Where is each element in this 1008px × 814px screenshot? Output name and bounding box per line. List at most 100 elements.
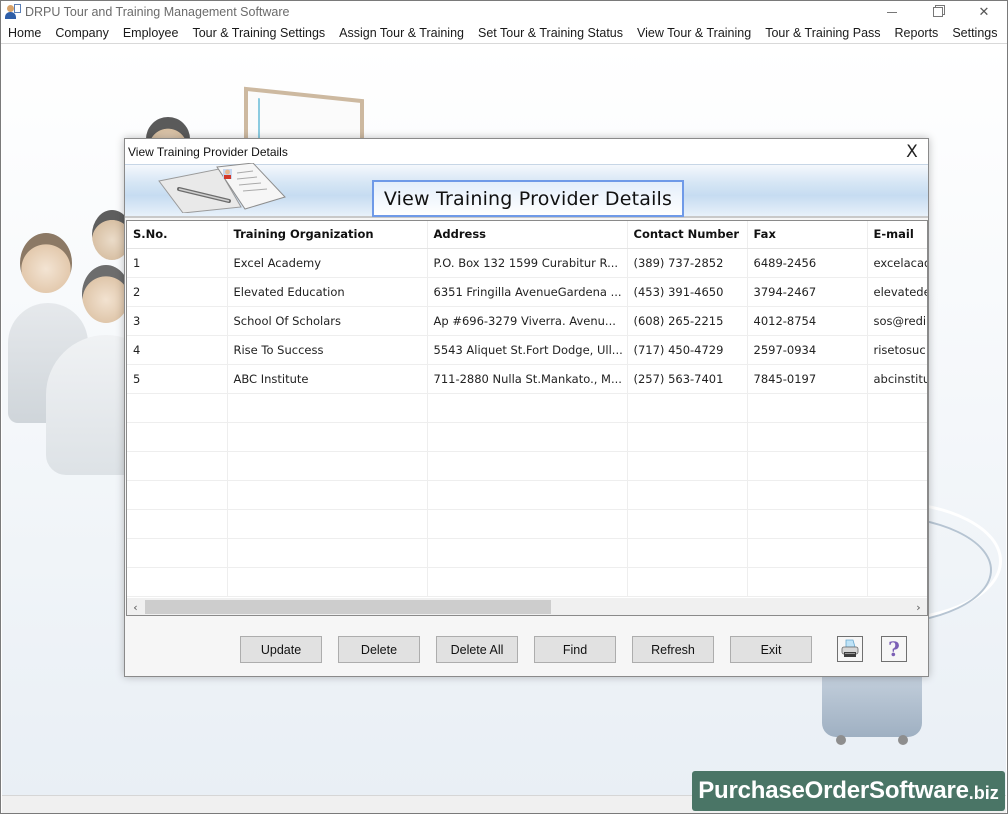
cell-contact[interactable]: (608) 265-2215 [627, 306, 748, 336]
empty-cell[interactable] [747, 509, 868, 539]
empty-table-row[interactable] [127, 480, 927, 510]
column-header-contact[interactable]: Contact Number [627, 221, 748, 249]
empty-cell[interactable] [227, 422, 428, 452]
providers-table[interactable]: S.No. Training Organization Address Cont… [126, 220, 928, 616]
empty-cell[interactable] [227, 509, 428, 539]
empty-cell[interactable] [627, 509, 748, 539]
print-button[interactable] [837, 636, 863, 662]
empty-cell[interactable] [127, 451, 228, 481]
cell-organization[interactable]: Rise To Success [227, 335, 428, 365]
scroll-left-arrow-icon[interactable]: ‹ [127, 599, 144, 615]
empty-cell[interactable] [747, 451, 868, 481]
empty-cell[interactable] [427, 422, 628, 452]
empty-cell[interactable] [127, 422, 228, 452]
cell-sno[interactable]: 4 [127, 335, 228, 365]
empty-cell[interactable] [127, 538, 228, 568]
cell-sno[interactable]: 2 [127, 277, 228, 307]
empty-cell[interactable] [227, 538, 428, 568]
minimize-button[interactable] [869, 1, 915, 23]
menu-home[interactable]: Home [1, 23, 48, 44]
empty-cell[interactable] [227, 451, 428, 481]
table-row[interactable]: 2 Elevated Education 6351 Fringilla Avenue… [127, 277, 927, 307]
empty-cell[interactable] [127, 480, 228, 510]
menu-employee[interactable]: Employee [116, 23, 186, 44]
menu-tour-training-settings[interactable]: Tour & Training Settings [185, 23, 332, 44]
empty-cell[interactable] [427, 480, 628, 510]
menu-tour-training-pass[interactable]: Tour & Training Pass [758, 23, 887, 44]
empty-cell[interactable] [747, 480, 868, 510]
table-row[interactable]: 4 Rise To Success 5543 Aliquet St.Fort Dod… [127, 335, 927, 365]
delete-button[interactable]: Delete [338, 636, 420, 663]
scroll-right-arrow-icon[interactable]: › [910, 599, 927, 615]
refresh-button[interactable]: Refresh [632, 636, 714, 663]
empty-cell[interactable] [627, 480, 748, 510]
empty-cell[interactable] [627, 422, 748, 452]
menu-reports[interactable]: Reports [888, 23, 946, 44]
cell-email[interactable]: excelacad [867, 248, 927, 278]
empty-table-row[interactable] [127, 509, 927, 539]
empty-cell[interactable] [867, 422, 927, 452]
empty-cell[interactable] [627, 393, 748, 423]
column-header-address[interactable]: Address [427, 221, 628, 249]
find-button[interactable]: Find [534, 636, 616, 663]
cell-fax[interactable]: 3794-2467 [747, 277, 868, 307]
empty-table-row[interactable] [127, 451, 927, 481]
empty-cell[interactable] [227, 393, 428, 423]
cell-email[interactable]: risetosuc [867, 335, 927, 365]
scrollbar-thumb[interactable] [145, 600, 551, 614]
cell-address[interactable]: 711-2880 Nulla St.Mankato., M... [427, 364, 628, 394]
cell-address[interactable]: 5543 Aliquet St.Fort Dodge, Ull... [427, 335, 628, 365]
empty-cell[interactable] [127, 567, 228, 597]
menu-set-tour-training-status[interactable]: Set Tour & Training Status [471, 23, 630, 44]
empty-cell[interactable] [427, 538, 628, 568]
empty-table-row[interactable] [127, 393, 927, 423]
empty-cell[interactable] [867, 509, 927, 539]
close-window-button[interactable]: ✕ [961, 1, 1007, 23]
column-header-email[interactable]: E-mail [867, 221, 927, 249]
empty-cell[interactable] [867, 480, 927, 510]
cell-fax[interactable]: 4012-8754 [747, 306, 868, 336]
cell-email[interactable]: abcinstitu [867, 364, 927, 394]
cell-sno[interactable]: 3 [127, 306, 228, 336]
table-row[interactable]: 1 Excel Academy P.O. Box 132 1599 Curabitu… [127, 248, 927, 278]
table-row[interactable]: 3 School Of Scholars Ap #696-3279 Viverra.… [127, 306, 927, 336]
menu-settings[interactable]: Settings [945, 23, 1004, 44]
menu-help[interactable]: Help [1004, 23, 1008, 44]
cell-contact[interactable]: (389) 737-2852 [627, 248, 748, 278]
cell-contact[interactable]: (257) 563-7401 [627, 364, 748, 394]
help-button[interactable]: ? [881, 636, 907, 662]
dialog-close-button[interactable]: X [902, 142, 922, 162]
horizontal-scrollbar[interactable]: ‹ › [127, 598, 927, 615]
empty-cell[interactable] [867, 538, 927, 568]
cell-contact[interactable]: (717) 450-4729 [627, 335, 748, 365]
empty-cell[interactable] [427, 567, 628, 597]
cell-address[interactable]: Ap #696-3279 Viverra. Avenu... [427, 306, 628, 336]
cell-address[interactable]: 6351 Fringilla AvenueGardena ... [427, 277, 628, 307]
cell-email[interactable]: sos@redi [867, 306, 927, 336]
exit-button[interactable]: Exit [730, 636, 812, 663]
empty-cell[interactable] [127, 393, 228, 423]
cell-contact[interactable]: (453) 391-4650 [627, 277, 748, 307]
delete-all-button[interactable]: Delete All [436, 636, 518, 663]
cell-sno[interactable]: 5 [127, 364, 228, 394]
empty-table-row[interactable] [127, 567, 927, 597]
empty-cell[interactable] [627, 538, 748, 568]
cell-fax[interactable]: 2597-0934 [747, 335, 868, 365]
empty-cell[interactable] [867, 393, 927, 423]
cell-organization[interactable]: ABC Institute [227, 364, 428, 394]
column-header-fax[interactable]: Fax [747, 221, 868, 249]
empty-cell[interactable] [747, 538, 868, 568]
empty-cell[interactable] [867, 451, 927, 481]
empty-cell[interactable] [427, 451, 628, 481]
cell-organization[interactable]: Elevated Education [227, 277, 428, 307]
empty-cell[interactable] [867, 567, 927, 597]
empty-cell[interactable] [227, 567, 428, 597]
update-button[interactable]: Update [240, 636, 322, 663]
empty-cell[interactable] [127, 509, 228, 539]
cell-organization[interactable]: Excel Academy [227, 248, 428, 278]
cell-organization[interactable]: School Of Scholars [227, 306, 428, 336]
table-row[interactable]: 5 ABC Institute 711-2880 Nulla St.Mankato.… [127, 364, 927, 394]
cell-address[interactable]: P.O. Box 132 1599 Curabitur R... [427, 248, 628, 278]
column-header-organization[interactable]: Training Organization [227, 221, 428, 249]
cell-fax[interactable]: 6489-2456 [747, 248, 868, 278]
